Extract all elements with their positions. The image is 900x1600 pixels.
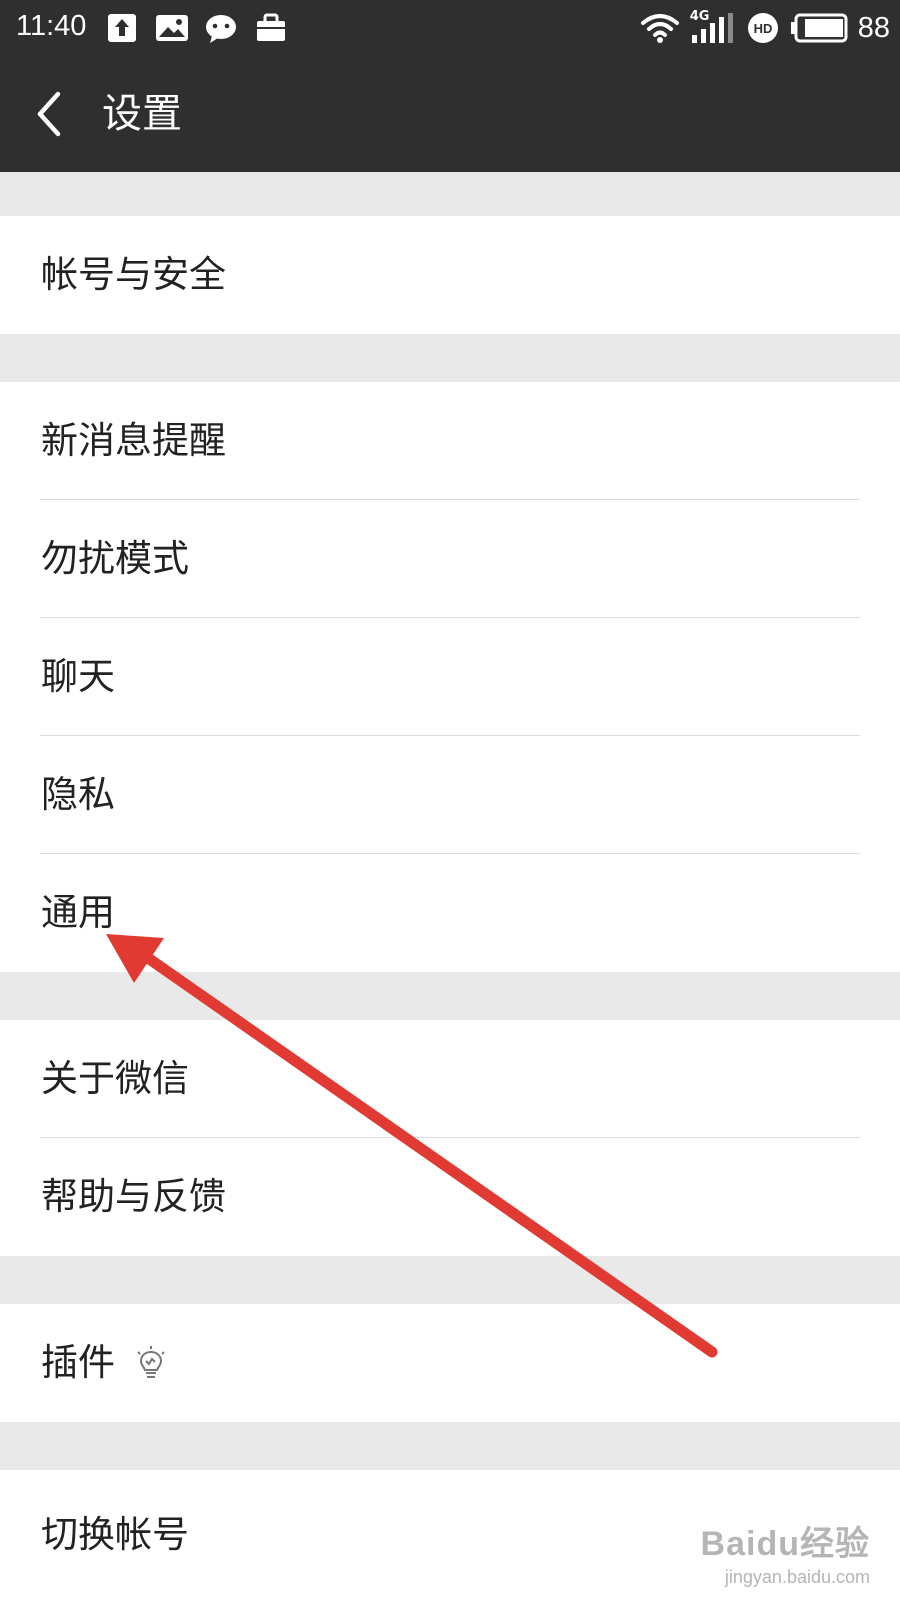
upload-icon — [108, 14, 136, 42]
settings-item-label: 关于微信 — [41, 1057, 189, 1100]
watermark-sub: jingyan.baidu.com — [724, 1567, 870, 1587]
photo-icon — [156, 15, 188, 41]
status-bar: 11:40 4G HD 88 — [0, 0, 900, 56]
signal-icon: 4G — [690, 9, 736, 45]
settings-item-chat[interactable]: 聊天 — [0, 618, 900, 736]
settings-item-plugins[interactable]: 插件 — [0, 1304, 900, 1422]
settings-item-label: 聊天 — [41, 655, 115, 698]
settings-group-plugins: 插件 — [0, 1304, 900, 1422]
briefcase-icon — [257, 13, 285, 41]
settings-group-about: 关于微信 帮助与反馈 — [0, 1020, 900, 1256]
settings-item-about-wechat[interactable]: 关于微信 — [0, 1020, 900, 1138]
settings-group-main: 新消息提醒 勿扰模式 聊天 隐私 通用 — [0, 382, 900, 972]
page-title: 设置 — [102, 91, 182, 137]
settings-item-label: 通用 — [41, 891, 115, 934]
chevron-left-icon[interactable] — [22, 84, 82, 144]
settings-item-label: 勿扰模式 — [41, 537, 189, 580]
settings-item-label: 新消息提醒 — [41, 419, 226, 462]
settings-item-label: 帮助与反馈 — [41, 1175, 226, 1218]
hd-icon: HD — [747, 13, 778, 43]
lightbulb-icon — [137, 1346, 165, 1378]
wechat-icon — [206, 15, 236, 43]
settings-group-account: 帐号与安全 — [0, 216, 900, 334]
settings-item-privacy[interactable]: 隐私 — [0, 736, 900, 854]
battery-level: 88 — [857, 11, 890, 44]
status-right-group: 4G HD 88 — [640, 9, 890, 46]
battery-icon — [790, 13, 848, 43]
settings-item-account-security[interactable]: 帐号与安全 — [0, 216, 900, 334]
settings-item-general[interactable]: 通用 — [0, 854, 900, 972]
svg-text:HD: HD — [753, 21, 772, 36]
wifi-icon — [640, 14, 679, 43]
status-time: 11:40 — [16, 10, 87, 42]
watermark: Baidu经验 jingyan.baidu.com — [701, 1516, 870, 1588]
settings-item-do-not-disturb[interactable]: 勿扰模式 — [0, 500, 900, 618]
title-bar: 设置 — [0, 56, 900, 172]
settings-item-new-message-alerts[interactable]: 新消息提醒 — [0, 382, 900, 500]
settings-item-label: 插件 — [41, 1341, 115, 1384]
watermark-main: Baidu经验 — [700, 1525, 870, 1563]
settings-item-label: 隐私 — [41, 773, 115, 816]
settings-item-label: 切换帐号 — [41, 1513, 189, 1556]
settings-item-label: 帐号与安全 — [41, 253, 226, 296]
settings-item-help-feedback[interactable]: 帮助与反馈 — [0, 1138, 900, 1256]
